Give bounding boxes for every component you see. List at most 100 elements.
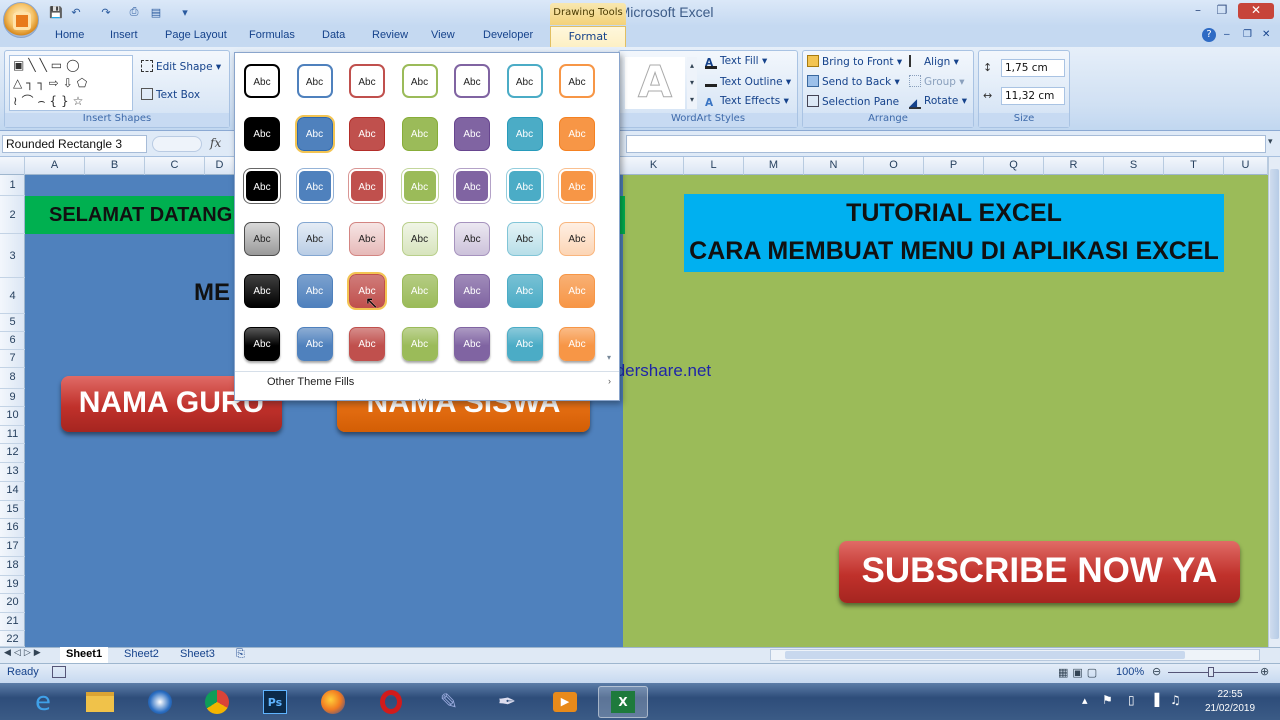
minimize-button[interactable]: – — [1188, 3, 1208, 19]
subscribe-button[interactable]: SUBSCRIBE NOW YA — [839, 541, 1240, 603]
gallery-scroll-down-icon[interactable]: ▾ — [607, 353, 611, 362]
row-header[interactable]: 11 — [0, 426, 25, 444]
shape-style-swatch[interactable]: Abc — [454, 64, 490, 98]
shape-style-swatch[interactable]: Abc — [454, 274, 490, 308]
writer-app-icon[interactable]: ✒ — [482, 686, 532, 718]
tutorial-title-box[interactable]: TUTORIAL EXCEL CARA MEMBUAT MENU DI APLI… — [684, 194, 1224, 272]
photoshop-icon[interactable]: Ps — [250, 686, 300, 718]
row-header[interactable]: 20 — [0, 594, 25, 613]
vertical-scroll-thumb[interactable] — [1270, 169, 1279, 639]
tray-show-hidden-icon[interactable]: ▴ — [1082, 694, 1088, 707]
row-header[interactable]: 2 — [0, 196, 25, 234]
shape-style-swatch[interactable]: Abc — [349, 326, 385, 361]
col-header-n[interactable]: N — [804, 157, 864, 175]
col-header-c[interactable]: C — [145, 157, 205, 175]
sheet-tab-sheet3[interactable]: Sheet3 — [174, 647, 221, 663]
shape-style-swatch[interactable]: Abc — [349, 116, 385, 151]
shape-style-swatch[interactable]: Abc — [506, 116, 543, 151]
row-header[interactable]: 18 — [0, 557, 25, 576]
row-header[interactable]: 13 — [0, 463, 25, 482]
row-header[interactable]: 17 — [0, 538, 25, 557]
firefox-icon[interactable] — [308, 686, 358, 718]
macro-record-icon[interactable] — [52, 666, 66, 678]
video-player-icon[interactable]: ▶ — [540, 686, 590, 718]
tab-developer[interactable]: Developer — [483, 29, 533, 41]
other-theme-fills-menu-item[interactable]: Other Theme Fills › — [235, 371, 619, 393]
text-outline-button[interactable]: Text Outline ▾ — [705, 75, 791, 88]
col-header-p[interactable]: P — [924, 157, 984, 175]
shape-style-swatch[interactable]: Abc — [244, 274, 280, 308]
excel-taskbar-icon[interactable]: X — [598, 686, 648, 718]
wordart-gallery-scroll[interactable]: ▴ ▾ ▾ — [687, 57, 697, 109]
row-header[interactable]: 7 — [0, 350, 25, 368]
tab-insert[interactable]: Insert — [110, 29, 138, 41]
shape-styles-gallery[interactable]: Abc Abc Abc Abc Abc Abc Abc Abc Abc Abc Abc Abc Abc A… — [234, 52, 620, 403]
view-buttons-icon[interactable]: ▦▣▢ — [1058, 666, 1101, 679]
shape-style-swatch[interactable]: Abc — [401, 274, 438, 308]
file-explorer-icon[interactable] — [75, 686, 125, 718]
row-header[interactable]: 6 — [0, 332, 25, 350]
shape-style-swatch[interactable]: Abc — [506, 326, 543, 361]
wordart-style-preview[interactable]: A — [625, 57, 685, 109]
shape-style-swatch[interactable]: Abc — [506, 274, 543, 308]
zoom-level[interactable]: 100% — [1116, 666, 1144, 678]
media-app-icon[interactable] — [135, 686, 185, 718]
col-header-k[interactable]: K — [624, 157, 684, 175]
row-header[interactable]: 1 — [0, 175, 25, 196]
tray-flag-icon[interactable]: ⚑ — [1102, 693, 1113, 707]
shape-style-swatch[interactable]: Abc — [401, 326, 438, 361]
shape-style-swatch[interactable]: Abc — [559, 221, 595, 256]
tray-volume-icon[interactable]: ♫ — [1170, 693, 1181, 707]
shape-width-input[interactable]: 11,32 cm — [1001, 87, 1065, 105]
horizontal-scroll-thumb[interactable] — [785, 651, 1185, 659]
zoom-slider-thumb[interactable] — [1208, 667, 1214, 677]
tab-review[interactable]: Review — [372, 29, 408, 41]
row-header[interactable]: 8 — [0, 368, 25, 389]
expand-formula-bar-icon[interactable]: ▾ — [1268, 137, 1273, 147]
shape-style-swatch[interactable]: Abc — [349, 169, 385, 203]
shape-style-swatch[interactable]: Abc — [559, 274, 595, 308]
maximize-button[interactable]: ❐ — [1212, 3, 1232, 19]
vertical-scrollbar[interactable] — [1268, 157, 1280, 647]
align-button[interactable]: Align ▾ — [909, 55, 959, 68]
row-header[interactable]: 12 — [0, 444, 25, 463]
tab-view[interactable]: View — [431, 29, 455, 41]
shape-style-swatch[interactable]: Abc — [401, 169, 438, 203]
row-header[interactable]: 3 — [0, 234, 25, 278]
name-box-dropdown[interactable] — [152, 136, 202, 152]
tab-page-layout[interactable]: Page Layout — [165, 29, 227, 41]
select-all-corner[interactable] — [0, 157, 25, 175]
close-button[interactable]: ✕ — [1238, 3, 1274, 19]
name-box[interactable]: Rounded Rectangle 3 — [2, 135, 147, 153]
shape-style-swatch[interactable]: Abc — [454, 116, 490, 151]
shape-style-swatch[interactable]: Abc — [559, 116, 595, 151]
col-header-a[interactable]: A — [25, 157, 85, 175]
row-header[interactable]: 4 — [0, 278, 25, 314]
shape-style-swatch[interactable]: Abc — [349, 64, 385, 98]
col-header-r[interactable]: R — [1044, 157, 1104, 175]
row-header[interactable]: 10 — [0, 407, 25, 426]
row-header[interactable]: 22 — [0, 631, 25, 647]
office-button[interactable] — [3, 2, 39, 38]
horizontal-scrollbar[interactable] — [770, 649, 1260, 661]
insert-sheet-icon[interactable]: ⎘ — [230, 647, 251, 663]
shape-style-swatch[interactable]: Abc — [559, 326, 595, 361]
row-header[interactable]: 19 — [0, 576, 25, 594]
gallery-resize-handle[interactable]: … — [418, 393, 427, 403]
shape-style-swatch[interactable]: Abc — [296, 221, 333, 256]
col-header-l[interactable]: L — [684, 157, 744, 175]
shape-style-swatch[interactable]: Abc — [401, 116, 438, 151]
row-header[interactable]: 9 — [0, 389, 25, 407]
chrome-icon[interactable] — [192, 686, 242, 718]
row-header[interactable]: 16 — [0, 519, 25, 538]
send-to-back-button[interactable]: Send to Back ▾ — [807, 75, 900, 88]
row-header[interactable]: 21 — [0, 613, 25, 631]
sheet-nav-icon[interactable]: ◀◁▷▶ — [4, 648, 44, 658]
edit-shape-button[interactable]: Edit Shape ▾ — [141, 60, 221, 73]
group-button[interactable]: Group ▾ — [909, 75, 965, 88]
shape-style-swatch[interactable]: Abc — [506, 169, 543, 203]
shape-style-swatch[interactable]: Abc — [296, 326, 333, 361]
col-header-m[interactable]: M — [744, 157, 804, 175]
workbook-close-button[interactable]: ✕ — [1262, 29, 1270, 40]
shape-style-swatch[interactable]: Abc — [244, 221, 280, 256]
